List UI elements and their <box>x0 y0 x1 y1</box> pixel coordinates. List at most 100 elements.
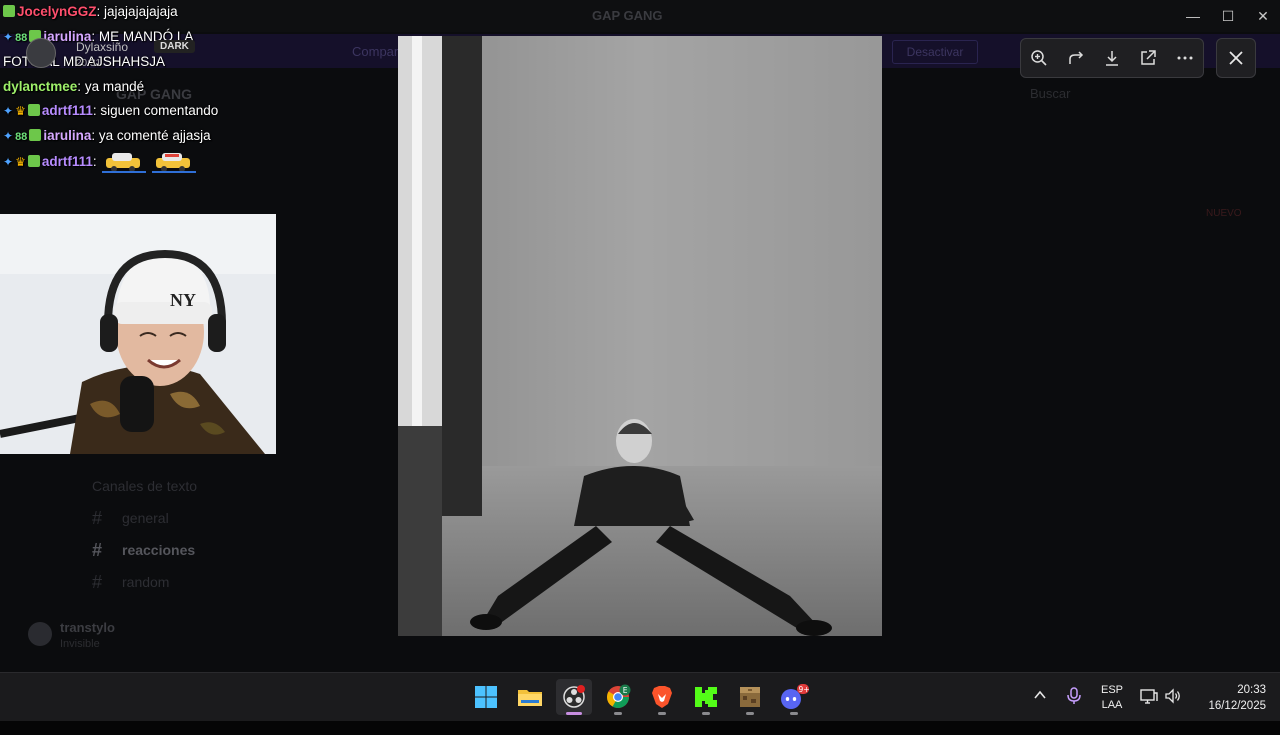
taskbar-minecraft[interactable] <box>732 679 768 715</box>
start-button[interactable] <box>468 679 504 715</box>
microphone-icon <box>1067 687 1081 704</box>
input-language-indicator[interactable]: ESP LAA <box>1100 683 1124 713</box>
volume-icon <box>1165 688 1180 704</box>
hash-icon: # <box>92 539 103 560</box>
taskbar-discord[interactable]: 9+ <box>776 679 812 715</box>
chrome-profile-badge: E <box>623 686 628 695</box>
network-tray-button[interactable] <box>1140 687 1158 735</box>
svg-text:NY: NY <box>170 290 196 310</box>
clock-date: 16/12/2025 <box>1208 700 1266 712</box>
more-icon[interactable] <box>1170 43 1200 73</box>
window-close-button[interactable]: ✕ <box>1250 6 1276 26</box>
channel-item-general[interactable]: # general <box>88 502 368 534</box>
system-clock[interactable]: 20:33 16/12/2025 <box>1194 682 1266 714</box>
chat-username: adrtf111 <box>41 103 93 119</box>
windows-taskbar: E 9+ ESP LAA 20:33 16/12/2025 <box>0 672 1280 721</box>
chat-username: iarulina <box>43 127 92 143</box>
network-icon <box>1140 689 1158 704</box>
microphone-tray-button[interactable] <box>1066 687 1082 735</box>
chrome-icon: E <box>607 684 631 708</box>
start-icon <box>475 686 497 708</box>
car-emote-icon <box>102 153 147 173</box>
taskbar-file-explorer[interactable] <box>512 679 548 715</box>
chat-text: siguen comentando <box>100 103 219 119</box>
image-viewer-photo <box>398 36 882 636</box>
webcam-overlay: NY <box>0 214 276 454</box>
taskbar-kick[interactable] <box>688 679 724 715</box>
notification-name: Dylaxsiño <box>76 40 129 54</box>
file-explorer-icon <box>518 690 542 706</box>
channel-item-reacciones[interactable]: # reacciones <box>88 534 368 566</box>
sword-badge-icon: ✦ <box>3 128 14 143</box>
active-indicator <box>566 712 582 715</box>
chat-message: dylanctmee: ya mandé <box>3 78 145 94</box>
kick-icon <box>695 687 717 707</box>
language-code: ESP <box>1100 684 1123 696</box>
keyboard-layout: LAA <box>1101 699 1123 711</box>
running-indicator <box>614 712 622 715</box>
avatar <box>26 38 56 68</box>
taskbar-brave[interactable] <box>644 679 680 715</box>
close-viewer-button[interactable] <box>1216 38 1256 78</box>
maximize-button[interactable]: ☐ <box>1215 6 1241 26</box>
rotate-icon[interactable] <box>1061 43 1091 73</box>
photo-image <box>398 36 882 636</box>
user-status: Invisible <box>60 638 100 650</box>
notification-tag: DARK <box>154 40 195 53</box>
minimize-button[interactable]: — <box>1180 6 1206 26</box>
taskbar-chrome[interactable]: E <box>600 679 636 715</box>
88-badge-icon: 88 <box>15 31 28 44</box>
channel-item-random[interactable]: # random <box>88 566 368 598</box>
sword-badge-icon: ✦ <box>3 104 14 119</box>
sword-badge-icon: ✦ <box>3 29 14 44</box>
taskbar-obs[interactable] <box>556 679 592 715</box>
image-viewer-toolbar <box>1020 38 1204 78</box>
channel-category[interactable]: Canales de texto <box>88 470 368 502</box>
creeper-badge-icon <box>27 104 40 117</box>
channel-label: reacciones <box>122 542 196 558</box>
chat-message: JocelynGGZ: jajajajajajaja <box>0 0 300 25</box>
creeper-badge-icon <box>29 128 42 141</box>
obs-icon <box>563 685 585 708</box>
avatar <box>28 622 52 646</box>
clock-time: 20:33 <box>1237 684 1266 696</box>
running-indicator <box>790 712 798 715</box>
sword-badge-icon: ✦ <box>3 154 14 169</box>
running-indicator <box>746 712 754 715</box>
chat-message: ✦ 88 iarulina: ya comenté ajjasja <box>3 127 211 143</box>
car-emote-icon <box>152 153 197 173</box>
category-label: Canales de texto <box>92 478 198 494</box>
minecraft-icon <box>740 687 760 707</box>
creeper-badge-icon <box>3 5 15 17</box>
new-badge: NUEVO <box>1206 208 1242 219</box>
chat-username: dylanctmee <box>3 78 78 94</box>
chat-username: JocelynGGZ <box>17 4 97 19</box>
download-icon[interactable] <box>1097 43 1127 73</box>
hash-icon: # <box>92 571 103 592</box>
channel-label: random <box>122 574 170 590</box>
chat-text: ya mandé <box>84 78 145 94</box>
creeper-badge-icon <box>27 154 40 167</box>
open-external-icon[interactable] <box>1133 43 1163 73</box>
zoom-in-icon[interactable] <box>1024 43 1054 73</box>
username: transtylo <box>60 620 115 635</box>
crown-badge-icon: ♛ <box>15 154 26 169</box>
channel-label: general <box>122 510 169 526</box>
user-panel[interactable]: transtylo Invisible <box>28 620 348 660</box>
running-indicator <box>702 712 710 715</box>
chat-username: adrtf111 <box>41 153 93 169</box>
notification-time: 20:31 <box>76 58 102 69</box>
chat-text: ya comenté ajjasja <box>98 127 211 143</box>
volume-tray-button[interactable] <box>1164 687 1182 735</box>
close-icon <box>1229 51 1243 65</box>
crown-badge-icon: ♛ <box>15 104 26 119</box>
channel-list: Canales de texto # general # reacciones … <box>88 470 368 598</box>
running-indicator <box>658 712 666 715</box>
search-input[interactable]: Buscar <box>1030 86 1070 101</box>
chat-text: jajajajajajaja <box>104 4 178 19</box>
chevron-up-icon <box>1034 690 1046 699</box>
stream-chat-overlay: JocelynGGZ: jajajajajajaja ✦ 88 iarulina: … <box>0 0 300 174</box>
show-hidden-icons-button[interactable] <box>1032 687 1048 735</box>
discord-notification-badge: 9+ <box>799 685 810 694</box>
banner-dismiss-button[interactable]: Desactivar <box>892 40 978 64</box>
